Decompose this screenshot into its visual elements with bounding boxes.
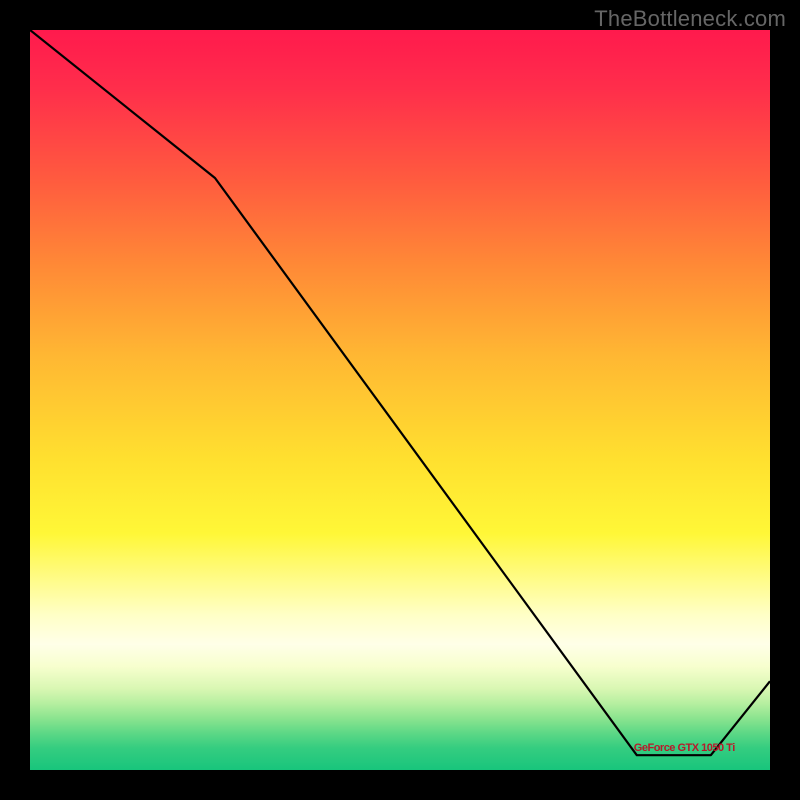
- series-label: GeForce GTX 1050 Ti: [634, 742, 735, 754]
- series-line: [30, 30, 770, 755]
- chart-frame: TheBottleneck.com GeForce GTX 1050 Ti: [0, 0, 800, 800]
- attribution-label: TheBottleneck.com: [594, 6, 786, 32]
- plot-svg: GeForce GTX 1050 Ti: [30, 30, 770, 770]
- plot-area: GeForce GTX 1050 Ti: [30, 30, 770, 770]
